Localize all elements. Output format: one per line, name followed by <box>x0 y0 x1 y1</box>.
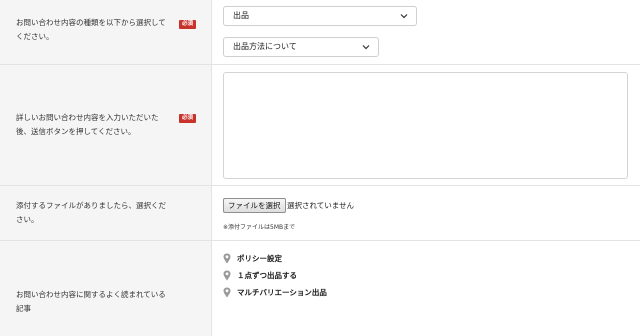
inquiry-category-value: 出品 <box>233 11 249 20</box>
details-label-line1: 詳しいお問い合わせ内容を入力いただいた <box>16 113 159 122</box>
inquiry-category-select[interactable]: 出品 <box>223 6 417 26</box>
inquiry-form: お問い合わせ内容の種類を以下から選択して ください。 必須 出品 出品方法につい… <box>0 0 640 336</box>
inquiry-subcategory-value: 出品方法について <box>233 42 297 51</box>
map-pin-icon <box>223 253 231 264</box>
chevron-down-icon <box>400 14 408 19</box>
chevron-down-icon <box>362 45 370 50</box>
faq-link-policy[interactable]: ポリシー設定 <box>223 253 282 264</box>
details-label-line2: 後、送信ボタンを押してください。 <box>16 127 136 136</box>
faq-link-label: マルチバリエーション出品 <box>237 288 327 297</box>
attachment-row: 添付するファイルがありましたら、選択くだ さい。 ファイルを選択 選択されていま… <box>0 186 640 241</box>
choose-file-button[interactable]: ファイルを選択 <box>223 198 286 213</box>
map-pin-icon <box>223 287 231 298</box>
faq-label-cell: お問い合わせ内容に関するよく読まれている 記事 <box>0 241 212 336</box>
inquiry-type-label-line2: ください。 <box>16 32 54 41</box>
faq-link-single-listing[interactable]: １点ずつ出品する <box>223 270 297 281</box>
details-label-cell: 詳しいお問い合わせ内容を入力いただいた 後、送信ボタンを押してください。 必須 <box>0 65 212 185</box>
faq-link-label: ポリシー設定 <box>237 254 282 263</box>
attachment-label-line1: 添付するファイルがありましたら、選択くだ <box>16 201 166 210</box>
attachment-label-line2: さい。 <box>16 215 39 224</box>
faq-link-multi-variation[interactable]: マルチバリエーション出品 <box>223 287 327 298</box>
inquiry-type-value-cell: 出品 出品方法について <box>212 0 640 64</box>
inquiry-type-label-line1: お問い合わせ内容の種類を以下から選択して <box>16 18 166 27</box>
details-value-cell <box>212 65 640 185</box>
faq-row: お問い合わせ内容に関するよく読まれている 記事 ポリシー設定 １点ずつ出品する … <box>0 241 640 336</box>
faq-label-line2: 記事 <box>16 304 31 313</box>
map-pin-icon <box>223 270 231 281</box>
faq-value-cell: ポリシー設定 １点ずつ出品する マルチバリエーション出品 <box>212 241 640 336</box>
attachment-size-note: ※添付ファイルは5MBまで <box>223 224 296 231</box>
attachment-label-cell: 添付するファイルがありましたら、選択くだ さい。 <box>0 186 212 240</box>
required-badge: 必須 <box>179 114 196 123</box>
required-badge: 必須 <box>179 20 196 29</box>
inquiry-subcategory-select[interactable]: 出品方法について <box>223 37 379 57</box>
details-textarea[interactable] <box>223 72 628 179</box>
attachment-value-cell: ファイルを選択 選択されていません ※添付ファイルは5MBまで <box>212 186 640 240</box>
faq-label-line1: お問い合わせ内容に関するよく読まれている <box>16 290 166 299</box>
inquiry-type-label-cell: お問い合わせ内容の種類を以下から選択して ください。 必須 <box>0 0 212 64</box>
faq-link-label: １点ずつ出品する <box>237 271 297 280</box>
details-row: 詳しいお問い合わせ内容を入力いただいた 後、送信ボタンを押してください。 必須 <box>0 65 640 186</box>
file-status-text: 選択されていません <box>287 201 355 210</box>
inquiry-type-row: お問い合わせ内容の種類を以下から選択して ください。 必須 出品 出品方法につい… <box>0 0 640 65</box>
